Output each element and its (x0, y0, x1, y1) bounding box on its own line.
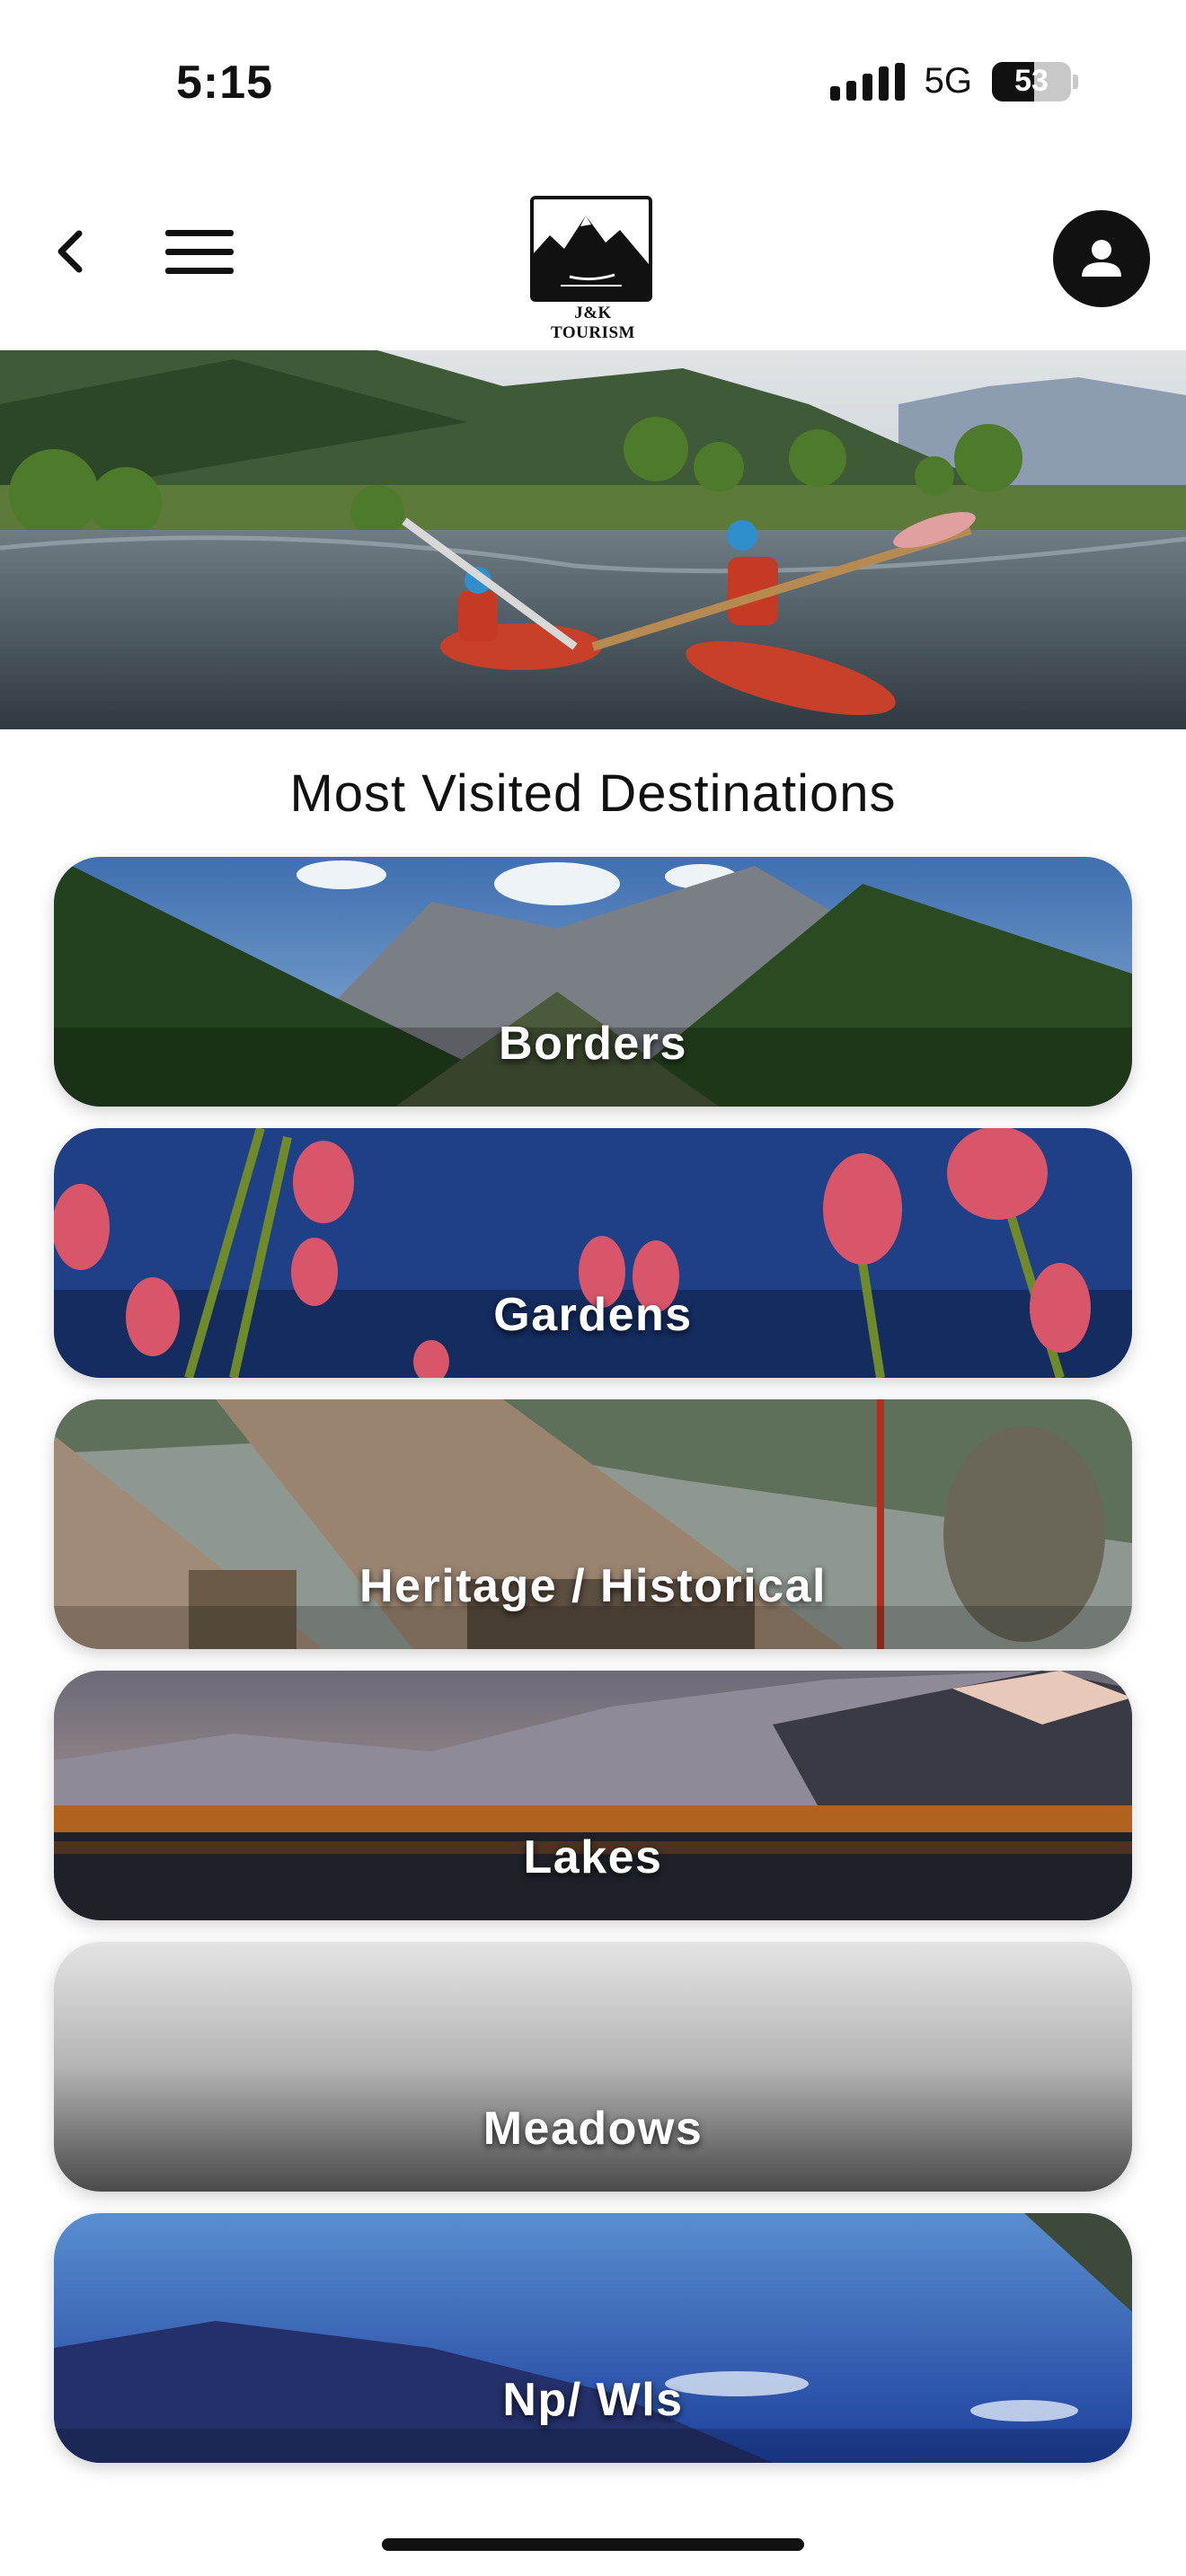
top-nav-bar: J&K TOURISM (0, 171, 1186, 350)
chevron-left-icon (58, 230, 83, 273)
status-time: 5:15 (176, 57, 274, 109)
destination-label: Meadows (482, 2103, 704, 2155)
battery-icon: 53 (992, 61, 1078, 101)
user-profile-icon (1082, 240, 1121, 277)
battery-level: 53 (1014, 64, 1049, 98)
network-type: 5G (924, 61, 972, 101)
status-bar: 5:15 5G 53 (0, 0, 1186, 171)
hamburger-menu-icon (165, 230, 234, 274)
destination-card-meadows[interactable]: Meadows (54, 1942, 1132, 2192)
destination-label: Heritage / Historical (359, 1560, 827, 1612)
destinations-list: Borders Gardens Heritage / Historical La… (54, 857, 1132, 2484)
status-indicators: 5G 53 (829, 61, 1078, 101)
logo-text: J&K TOURISM (551, 304, 635, 342)
destination-label: Borders (499, 1018, 687, 1070)
signal-icon (829, 62, 905, 101)
profile-button[interactable] (1053, 210, 1150, 307)
destination-label: Np/ Wls (502, 2374, 684, 2426)
back-button[interactable] (45, 225, 99, 278)
destination-label: Gardens (493, 1289, 693, 1341)
jk-tourism-logo[interactable]: J&K TOURISM (530, 196, 656, 342)
destination-label: Lakes (523, 1831, 663, 1883)
destination-card-borders[interactable]: Borders (54, 857, 1132, 1107)
destination-card-lakes[interactable]: Lakes (54, 1671, 1132, 1920)
menu-button[interactable] (165, 230, 234, 275)
destination-card-gardens[interactable]: Gardens (54, 1128, 1132, 1378)
destination-card-heritage[interactable]: Heritage / Historical (54, 1399, 1132, 1649)
section-title: Most Visited Destinations (289, 764, 897, 823)
destination-card-np-wls[interactable]: Np/ Wls (54, 2213, 1132, 2463)
hero-banner-kayaking (0, 350, 1186, 729)
home-indicator[interactable] (382, 2538, 804, 2551)
mountain-logo-icon (534, 216, 649, 298)
